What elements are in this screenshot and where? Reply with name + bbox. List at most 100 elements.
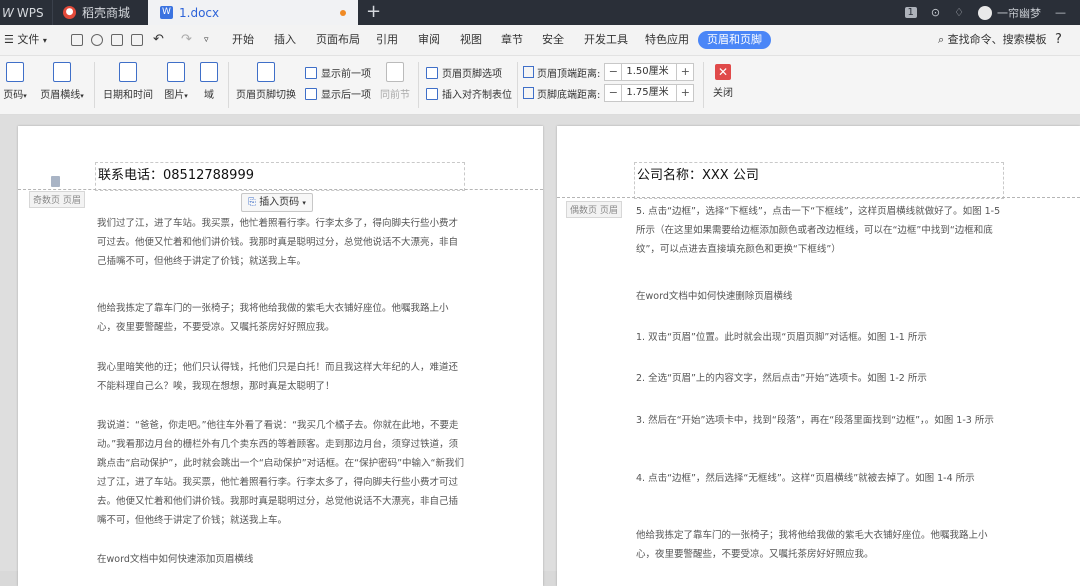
- user-account[interactable]: 一帘幽梦: [978, 5, 1041, 21]
- word-doc-icon: W: [160, 6, 173, 19]
- window-count-badge[interactable]: 1: [904, 7, 917, 18]
- show-next-button[interactable]: 显示后一项: [305, 86, 371, 101]
- skin-icon[interactable]: ♢: [954, 6, 964, 19]
- ribbon-divider: [228, 62, 229, 108]
- tab-wps-home[interactable]: W WPS: [0, 0, 50, 25]
- body-paragraph[interactable]: 5. 点击“边框”，选择“下框线”，点击一下“下框线”，这样页眉横线就做好了。如…: [636, 202, 1006, 259]
- print-icon[interactable]: [111, 34, 123, 46]
- body-paragraph[interactable]: 在word文档中如何快速添加页眉横线: [97, 550, 465, 569]
- footer-bottom-distance-input[interactable]: 1.75厘米: [621, 85, 678, 101]
- options-label: 页眉页脚选项: [442, 69, 502, 80]
- body-paragraph[interactable]: 他给我拣定了靠车门的一张椅子；我将他给我做的紫毛大衣铺好座位。他嘱我路上小心，夜…: [636, 526, 1006, 564]
- tab-label: 1.docx: [179, 5, 220, 20]
- menu-item-features[interactable]: 特色应用: [645, 25, 689, 55]
- increase-button[interactable]: +: [677, 64, 693, 80]
- picture-icon: [167, 62, 185, 82]
- insert-page-number-label: 插入页码: [259, 197, 300, 208]
- same-as-previous-button[interactable]: 同前节: [378, 62, 412, 101]
- chevron-down-icon: ▾: [23, 92, 27, 100]
- minimize-button[interactable]: —: [1055, 6, 1066, 19]
- page-even: 公司名称：XXX 公司 偶数页 页眉 5. 点击“边框”，选择“下框线”，点击一…: [557, 126, 1080, 586]
- menu-item-header-footer[interactable]: 页眉和页脚: [698, 31, 771, 49]
- wps-logo-icon: W: [2, 5, 14, 20]
- header-text[interactable]: 联系电话：08512788999: [98, 164, 254, 183]
- menu-item-chapter[interactable]: 章节: [501, 25, 523, 55]
- menu-item-developer[interactable]: 开发工具: [584, 25, 628, 55]
- undo-icon[interactable]: ↶: [153, 25, 164, 55]
- header-text[interactable]: 公司名称：XXX 公司: [637, 164, 759, 183]
- date-time-button[interactable]: 日期和时间: [102, 62, 154, 101]
- body-paragraph[interactable]: 在word文档中如何快速删除页眉横线: [636, 287, 1006, 306]
- body-paragraph[interactable]: 3. 然后在“开始”选项卡中，找到“段落”，再在“段落里面找到“边框”，。如图 …: [636, 411, 1006, 430]
- print-preview-icon[interactable]: [131, 34, 143, 46]
- menu-item-start[interactable]: 开始: [232, 25, 254, 55]
- body-paragraph[interactable]: 他给我拣定了靠车门的一张椅子；我将他给我做的紫毛大衣铺好座位。他嘱我路上小心，夜…: [97, 299, 465, 337]
- page-number-label: 页码: [3, 90, 24, 101]
- link-previous-icon: [386, 62, 404, 82]
- decrease-button[interactable]: −: [605, 64, 621, 80]
- body-paragraph[interactable]: 我说道：“爸爸，你走吧。”他往车外看了看说：“我买几个橘子去。你就在此地，不要走…: [97, 416, 465, 530]
- save-icon[interactable]: [71, 34, 83, 46]
- file-menu[interactable]: ☰ 文件 ▾: [4, 25, 47, 55]
- header-footer-options-button[interactable]: 页眉页脚选项: [426, 65, 502, 80]
- header-top-distance-input[interactable]: 1.50厘米: [621, 64, 678, 80]
- show-next-icon: [305, 87, 317, 100]
- header-top-distance-label: 页眉顶端距离:: [537, 68, 601, 80]
- picture-button[interactable]: 图片▾: [161, 62, 191, 101]
- header-line-button[interactable]: 页眉横线▾: [37, 62, 87, 101]
- tab-document[interactable]: W 1.docx: [148, 0, 358, 25]
- store-icon: ●: [63, 6, 76, 19]
- body-paragraph[interactable]: 我心里暗笑他的迂；他们只认得钱，托他们只是白托！而且我这样大年纪的人，难道还不能…: [97, 358, 465, 396]
- body-paragraph[interactable]: 我们过了江，进了车站。我买票，他忙着照看行李。行李太多了，得向脚夫行些小费才可过…: [97, 214, 465, 271]
- body-paragraph[interactable]: 4. 点击“边框”，然后选择“无框线”。这样“页眉横线”就被去掉了。如图 1-4…: [636, 469, 1006, 488]
- page-odd: 联系电话：08512788999 奇数页 页眉 ⎘ 插入页码 ▾ 我们过了江，进…: [18, 126, 543, 586]
- increase-button[interactable]: +: [677, 85, 693, 101]
- chevron-down-icon: ▾: [302, 199, 306, 207]
- body-paragraph[interactable]: 1. 双击“页眉”位置。此时就会出现“页眉页脚”对话框。如图 1-1 所示: [636, 328, 1006, 347]
- insert-page-number-button[interactable]: ⎘ 插入页码 ▾: [241, 193, 313, 212]
- header-distance-icon: [523, 66, 534, 78]
- new-tab-button[interactable]: +: [366, 0, 381, 25]
- field-icon: [200, 62, 218, 82]
- tab-label: 稻壳商城: [82, 6, 131, 20]
- body-paragraph[interactable]: 2. 全选“页眉”上的内容文字，然后点击”开始”选项卡。如图 1-2 所示: [636, 369, 1006, 388]
- help-button[interactable]: ?: [1055, 25, 1062, 55]
- menu-item-insert[interactable]: 插入: [274, 25, 296, 55]
- format-painter-icon[interactable]: [91, 34, 103, 46]
- menu-item-view[interactable]: 视图: [460, 25, 482, 55]
- header-footer-switch-button[interactable]: 页眉页脚切换: [235, 62, 297, 101]
- sync-icon[interactable]: ⊙: [931, 6, 940, 19]
- command-search[interactable]: ⌕ 查找命令、搜索模板: [938, 25, 1047, 55]
- close-header-footer-button[interactable]: ✕ 关闭: [708, 64, 738, 99]
- header-line-label: 页眉横线: [40, 90, 81, 101]
- insert-tab-stop-button[interactable]: 插入对齐制表位: [426, 86, 512, 101]
- field-label: 域: [204, 90, 214, 101]
- file-menu-label: 文件: [17, 33, 40, 46]
- command-search-label: 查找命令、搜索模板: [947, 33, 1047, 46]
- page-layout-icon[interactable]: [51, 176, 60, 187]
- close-label: 关闭: [713, 88, 733, 99]
- decrease-button[interactable]: −: [605, 85, 621, 101]
- tab-docer-store[interactable]: ● 稻壳商城: [52, 0, 148, 25]
- chevron-down-icon: ▾: [184, 92, 188, 100]
- switch-icon: [257, 62, 275, 82]
- avatar: [978, 5, 992, 20]
- show-previous-button[interactable]: 显示前一项: [305, 65, 371, 80]
- page-number-button[interactable]: 页码▾: [0, 62, 30, 101]
- menu-item-review[interactable]: 审阅: [418, 25, 440, 55]
- menu-item-layout[interactable]: 页面布局: [316, 25, 360, 55]
- ribbon-divider: [703, 62, 704, 108]
- menu-item-references[interactable]: 引用: [376, 25, 398, 55]
- quick-access-more-icon[interactable]: ▿: [204, 25, 209, 55]
- footer-distance-icon: [523, 87, 534, 99]
- footer-bottom-distance-label: 页脚底端距离:: [537, 89, 601, 101]
- redo-icon[interactable]: ↷: [181, 25, 192, 55]
- menu-item-security[interactable]: 安全: [542, 25, 564, 55]
- field-button[interactable]: 域: [199, 62, 219, 101]
- show-previous-icon: [305, 66, 317, 79]
- switch-label: 页眉页脚切换: [236, 90, 296, 101]
- odd-page-header-label: 奇数页 页眉: [29, 191, 85, 208]
- chevron-down-icon: ▾: [80, 92, 84, 100]
- options-icon: [426, 66, 438, 79]
- picture-label: 图片: [164, 90, 185, 101]
